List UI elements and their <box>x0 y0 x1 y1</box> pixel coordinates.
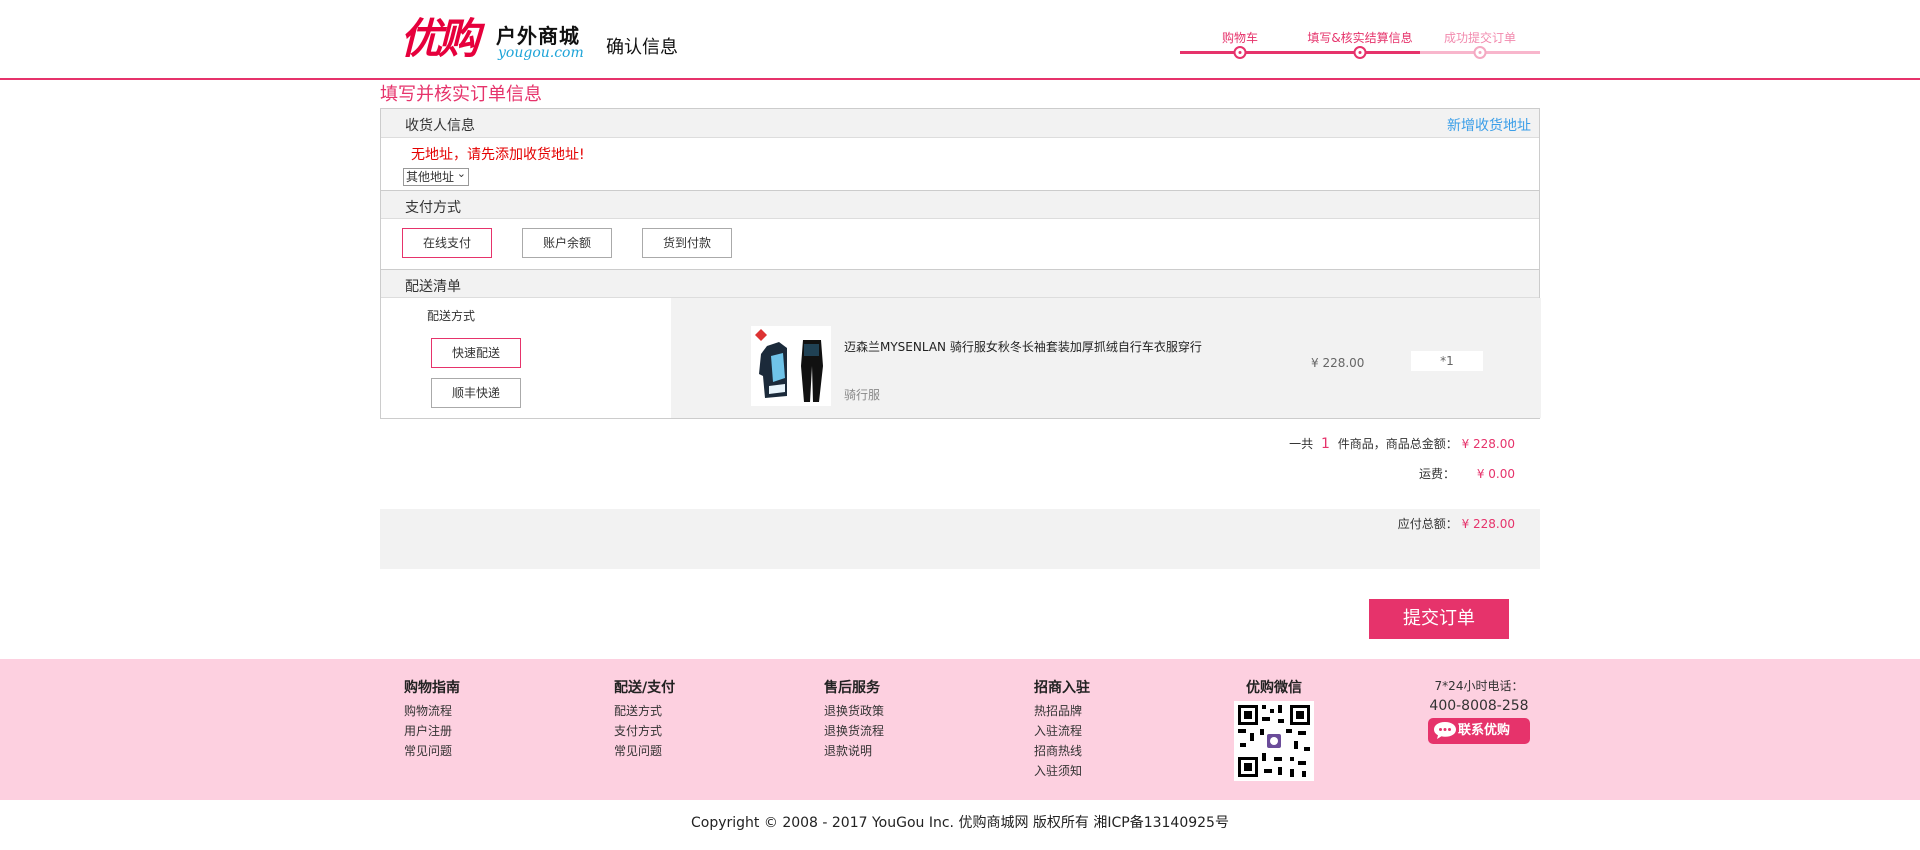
logo-main-text: 优购 <box>400 14 480 63</box>
footer-link[interactable]: 常见问题 <box>404 741 460 761</box>
tel-number: 400-8008-258 <box>1429 698 1529 714</box>
footer-col-title: 售后服务 <box>824 680 880 696</box>
site-footer: 购物指南 购物流程 用户注册 常见问题 配送/支付 配送方式 支付方式 常见问题… <box>0 659 1920 800</box>
copyright: Copyright © 2008 - 2017 YouGou Inc. 优购商城… <box>691 815 1229 831</box>
step-submit-dot <box>1473 46 1487 59</box>
footer-link[interactable]: 配送方式 <box>614 701 675 721</box>
main-content: 填写并核实订单信息 收货人信息 新增收货地址 无地址，请先添加收货地址! 其他地… <box>380 82 1541 659</box>
footer-col-title: 配送/支付 <box>614 680 676 696</box>
product-image[interactable] <box>751 326 831 406</box>
payment-body: 在线支付 账户余额 货到付款 <box>381 219 1539 269</box>
progress-line-done <box>1180 51 1420 54</box>
shipping-method-panel: 配送方式 快速配送 顺丰快递 <box>381 298 671 418</box>
footer-col-aftersales: 售后服务 退换货政策 退换货流程 退款说明 <box>824 677 884 761</box>
consignee-box: 收货人信息 新增收货地址 无地址，请先添加收货地址! 其他地址 支付方式 在线支… <box>380 108 1541 419</box>
chat-bubble-icon <box>1434 722 1456 739</box>
goods-total-row: 一共 1 件商品，商品总金额： ¥ 228.00 <box>1289 435 1515 452</box>
wechat-title: 优购微信 <box>1246 680 1302 696</box>
footer-link[interactable]: 购物流程 <box>404 701 460 721</box>
checkout-progress: 购物车 填写&核实结算信息 成功提交订单 <box>1180 27 1540 67</box>
shipping-body: 配送方式 快速配送 顺丰快递 迈森兰MYSENLAN 骑行服女秋冬长袖套装加厚抓… <box>381 298 1541 418</box>
footer-link[interactable]: 退换货政策 <box>824 701 884 721</box>
footer-link[interactable]: 常见问题 <box>614 741 675 761</box>
item-count: 1 <box>1320 436 1330 452</box>
freight-amount: ¥ 0.00 <box>1476 467 1515 481</box>
pay-cod-button[interactable]: 货到付款 <box>642 228 732 258</box>
payable-bar: 应付总额： ¥ 228.00 <box>380 509 1540 569</box>
footer-link[interactable]: 热招品牌 <box>1034 701 1090 721</box>
count-prefix: 一共 <box>1289 437 1314 451</box>
footer-link[interactable]: 入驻须知 <box>1034 761 1090 781</box>
count-suffix: 件商品，商品总金额： <box>1337 437 1458 451</box>
product-category: 骑行服 <box>844 388 881 402</box>
sf-express-button[interactable]: 顺丰快递 <box>431 378 521 408</box>
payable-row: 应付总额： ¥ 228.00 <box>1398 515 1515 532</box>
product-name[interactable]: 迈森兰MYSENLAN 骑行服女秋冬长袖套装加厚抓绒自行车衣服穿行 <box>844 338 1202 355</box>
freight-row: 运费： ¥ 0.00 <box>1419 465 1515 482</box>
section-title: 填写并核实订单信息 <box>380 84 542 105</box>
contact-us-button[interactable]: 联系优购 <box>1428 718 1530 744</box>
payable-label: 应付总额： <box>1397 517 1458 531</box>
product-price: ¥ 228.00 <box>1311 356 1365 370</box>
shipping-title: 配送清单 <box>405 279 461 295</box>
footer-col-title: 购物指南 <box>404 680 460 696</box>
logo-en-text: yougou.com <box>498 45 584 61</box>
footer-col-title: 招商入驻 <box>1034 680 1090 696</box>
step-submit-label: 成功提交订单 <box>1443 31 1517 45</box>
payment-title: 支付方式 <box>405 200 461 216</box>
tel-label: 7*24小时电话： <box>1434 679 1524 693</box>
step-fill-label: 填写&核实结算信息 <box>1307 31 1413 45</box>
consignee-header: 收货人信息 新增收货地址 <box>381 109 1539 138</box>
submit-area: 提交订单 <box>380 569 1540 659</box>
order-item: 迈森兰MYSENLAN 骑行服女秋冬长袖套装加厚抓绒自行车衣服穿行 骑行服 ¥ … <box>671 298 1541 418</box>
payable-amount: ¥ 228.00 <box>1461 517 1515 531</box>
footer-link[interactable]: 退换货流程 <box>824 721 884 741</box>
contact-us-label: 联系优购 <box>1458 723 1511 738</box>
footer-col-merchant: 招商入驻 热招品牌 入驻流程 招商热线 入驻须知 <box>1034 677 1090 781</box>
pay-online-button[interactable]: 在线支付 <box>402 228 492 258</box>
footer-col-delivery: 配送/支付 配送方式 支付方式 常见问题 <box>614 677 675 761</box>
cycling-jersey-icon <box>755 329 823 402</box>
footer-contact: 7*24小时电话： 400-8008-258 联系优购 <box>1428 677 1530 744</box>
shipping-header: 配送清单 <box>381 269 1539 298</box>
express-delivery-button[interactable]: 快速配送 <box>431 338 521 368</box>
add-address-link[interactable]: 新增收货地址 <box>1447 115 1531 135</box>
wechat-qr-code <box>1234 701 1314 781</box>
footer-col-guide: 购物指南 购物流程 用户注册 常见问题 <box>404 677 460 761</box>
step-cart-label: 购物车 <box>1221 31 1259 45</box>
consignee-title: 收货人信息 <box>405 118 475 134</box>
page-title: 确认信息 <box>606 37 678 58</box>
submit-order-button[interactable]: 提交订单 <box>1369 599 1509 639</box>
footer-link[interactable]: 入驻流程 <box>1034 721 1090 741</box>
address-select-value: 其他地址 <box>406 170 455 184</box>
yougou-logo[interactable]: 优购 户外商城 yougou.com <box>400 14 584 65</box>
pay-balance-button[interactable]: 账户余额 <box>522 228 612 258</box>
address-select[interactable]: 其他地址 <box>403 166 470 186</box>
footer-link[interactable]: 招商热线 <box>1034 741 1090 761</box>
site-header: 优购 户外商城 yougou.com 确认信息 购物车 填写&核实结算信息 成功… <box>0 0 1920 80</box>
consignee-body: 无地址，请先添加收货地址! 其他地址 <box>381 138 1539 190</box>
order-summary: 一共 1 件商品，商品总金额： ¥ 228.00 运费： ¥ 0.00 <box>380 419 1540 509</box>
shipping-method-label: 配送方式 <box>427 309 476 323</box>
payment-header: 支付方式 <box>381 190 1539 219</box>
footer-col-wechat: 优购微信 <box>1234 677 1314 781</box>
no-address-warning: 无地址，请先添加收货地址! <box>411 147 585 163</box>
freight-label: 运费： <box>1418 467 1455 481</box>
qr-code-icon <box>1234 701 1314 781</box>
goods-total-amount: ¥ 228.00 <box>1461 437 1515 451</box>
footer-link[interactable]: 支付方式 <box>614 721 675 741</box>
footer-link[interactable]: 用户注册 <box>404 721 460 741</box>
step-fill-dot <box>1353 46 1367 59</box>
footer-link[interactable]: 退款说明 <box>824 741 884 761</box>
step-cart-dot <box>1233 46 1247 59</box>
product-quantity: *1 <box>1411 351 1483 371</box>
